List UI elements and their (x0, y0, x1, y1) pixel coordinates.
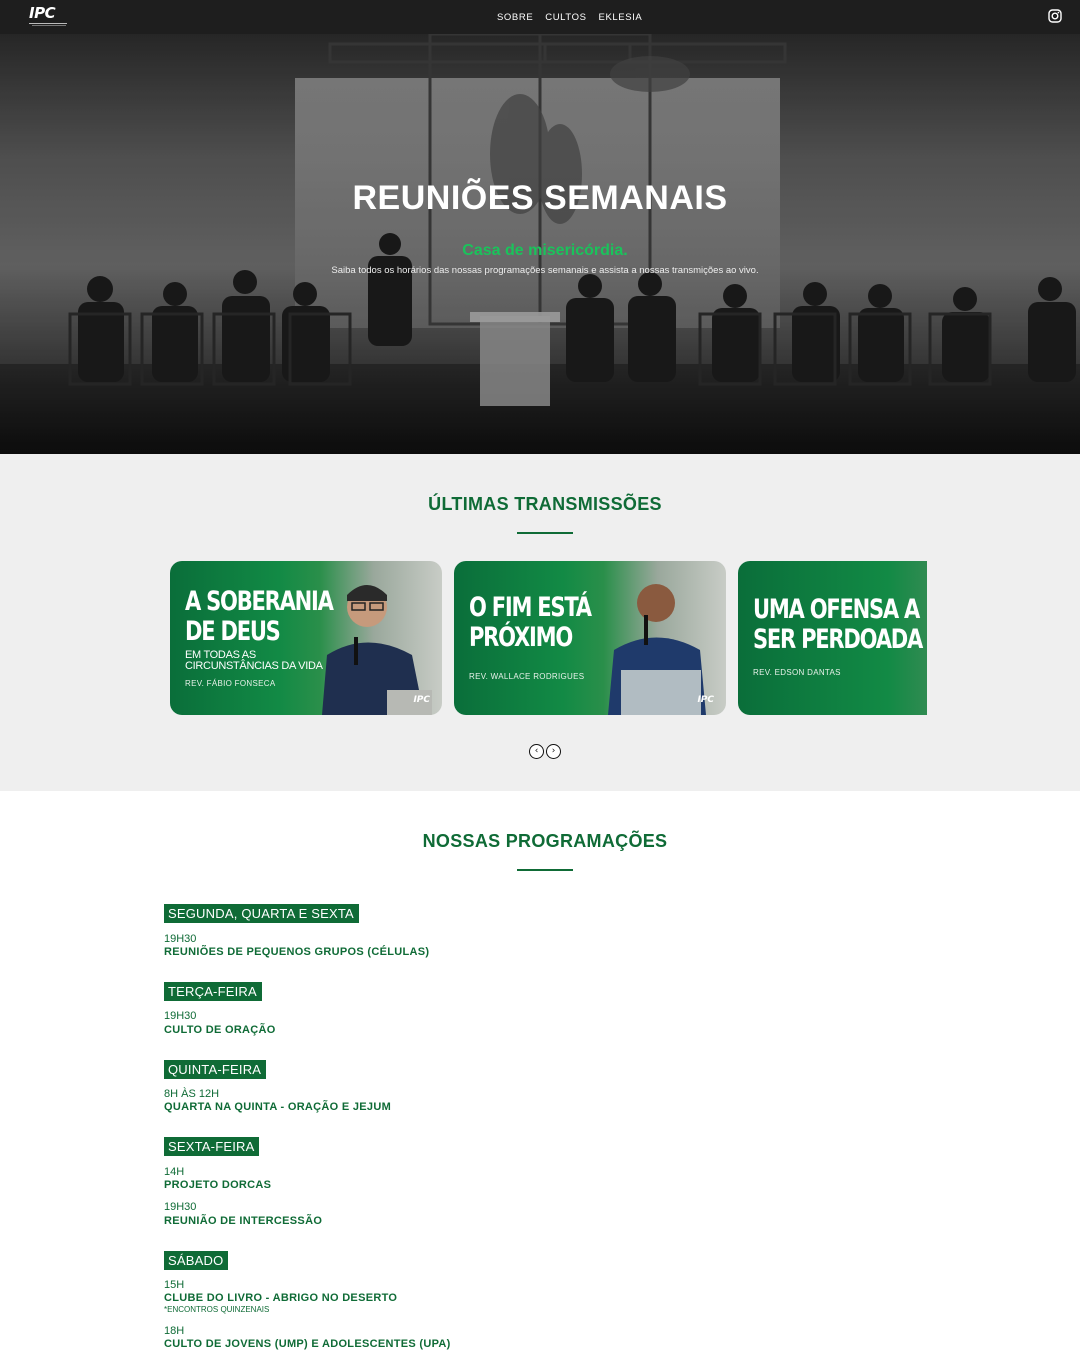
event-time: 19H30 (164, 933, 197, 945)
event-time: 18H (164, 1325, 185, 1337)
event-name: QUARTA NA QUINTA - ORAÇÃO E JEJUM (164, 1101, 392, 1113)
carousel-controls: ‹ › (529, 744, 561, 759)
event-time: 19H30 (164, 1010, 197, 1022)
day-badge: QUINTA-FEIRA (164, 1060, 267, 1079)
chevron-right-icon[interactable]: › (546, 744, 561, 759)
day-badge: SEXTA-FEIRA (164, 1137, 260, 1156)
title-divider (517, 532, 573, 534)
card-logo: IPC (413, 695, 430, 705)
menu-item-cultos[interactable]: CULTOS (545, 12, 586, 23)
logo-subline (32, 25, 66, 26)
speaker-photo (608, 584, 706, 715)
transmissions-section: ÚLTIMAS TRANSMISSÕES A SOBERANIA DE DEUS… (0, 454, 1080, 791)
card-speaker: REV. WALLACE RODRIGUES (469, 672, 585, 681)
card-title: UMA OFENSA A SER PERDOADA (753, 594, 923, 655)
card-speaker: REV. EDSON DANTAS (753, 668, 841, 677)
church-logo[interactable]: IPC (29, 4, 69, 30)
logo-underline (29, 23, 67, 24)
main-menu: SOBRE CULTOS EKLESIA (497, 0, 642, 34)
day-badge: SÁBADO (164, 1251, 229, 1270)
video-card[interactable]: A SOBERANIA DE DEUS EM TODAS AS CIRCUNST… (170, 561, 442, 715)
event-time: 19H30 (164, 1201, 197, 1213)
instagram-icon[interactable] (1048, 9, 1062, 23)
day-badge: TERÇA-FEIRA (164, 982, 262, 1001)
event-name: CLUBE DO LIVRO - ABRIGO NO DESERTO (164, 1292, 398, 1304)
top-navbar: IPC SOBRE CULTOS EKLESIA (0, 0, 1080, 34)
event-time: 14H (164, 1166, 185, 1178)
chevron-left-icon[interactable]: ‹ (529, 744, 544, 759)
event-name: CULTO DE ORAÇÃO (164, 1024, 276, 1036)
programs-section: NOSSAS PROGRAMAÇÕES SEGUNDA, QUARTA E SE… (0, 791, 1080, 1350)
menu-item-sobre[interactable]: SOBRE (497, 12, 533, 23)
event-name: REUNIÃO DE INTERCESSÃO (164, 1215, 323, 1227)
hero-title: REUNIÕES SEMANAIS (352, 179, 728, 217)
card-speaker: REV. FÁBIO FONSECA (185, 679, 276, 688)
card-title: A SOBERANIA DE DEUS (185, 586, 334, 647)
day-badge: SEGUNDA, QUARTA E SEXTA (164, 904, 359, 923)
event-name: PROJETO DORCAS (164, 1179, 272, 1191)
video-card[interactable]: UMA OFENSA A SER PERDOADA REV. EDSON DAN… (738, 561, 927, 715)
card-subtitle: EM TODAS AS CIRCUNSTÂNCIAS DA VIDA (185, 649, 323, 672)
programs-title: NOSSAS PROGRAMAÇÕES (422, 831, 668, 851)
hero-banner: REUNIÕES SEMANAIS Casa de misericórdia. … (0, 34, 1080, 454)
menu-item-eklesia[interactable]: EKLESIA (599, 12, 643, 23)
event-name: REUNIÕES DE PEQUENOS GRUPOS (CÉLULAS) (164, 946, 430, 958)
transmissions-carousel[interactable]: A SOBERANIA DE DEUS EM TODAS AS CIRCUNST… (170, 561, 927, 715)
logo-text: IPC (29, 4, 56, 22)
event-note: *ENCONTROS QUINZENAIS (164, 1305, 270, 1314)
transmissions-title: ÚLTIMAS TRANSMISSÕES (428, 494, 662, 514)
hero-subtitle: Casa de misericórdia. (462, 242, 628, 259)
event-time: 15H (164, 1279, 185, 1291)
card-title: O FIM ESTÁ PRÓXIMO (469, 592, 592, 653)
video-card[interactable]: O FIM ESTÁ PRÓXIMO REV. WALLACE RODRIGUE… (454, 561, 726, 715)
title-divider (517, 869, 573, 871)
event-name: CULTO DE JOVENS (UMP) E ADOLESCENTES (UP… (164, 1338, 451, 1350)
hero-description: Saiba todos os horários das nossas progr… (331, 265, 759, 276)
event-time: 8H ÀS 12H (164, 1088, 220, 1100)
card-logo: IPC (697, 695, 714, 705)
